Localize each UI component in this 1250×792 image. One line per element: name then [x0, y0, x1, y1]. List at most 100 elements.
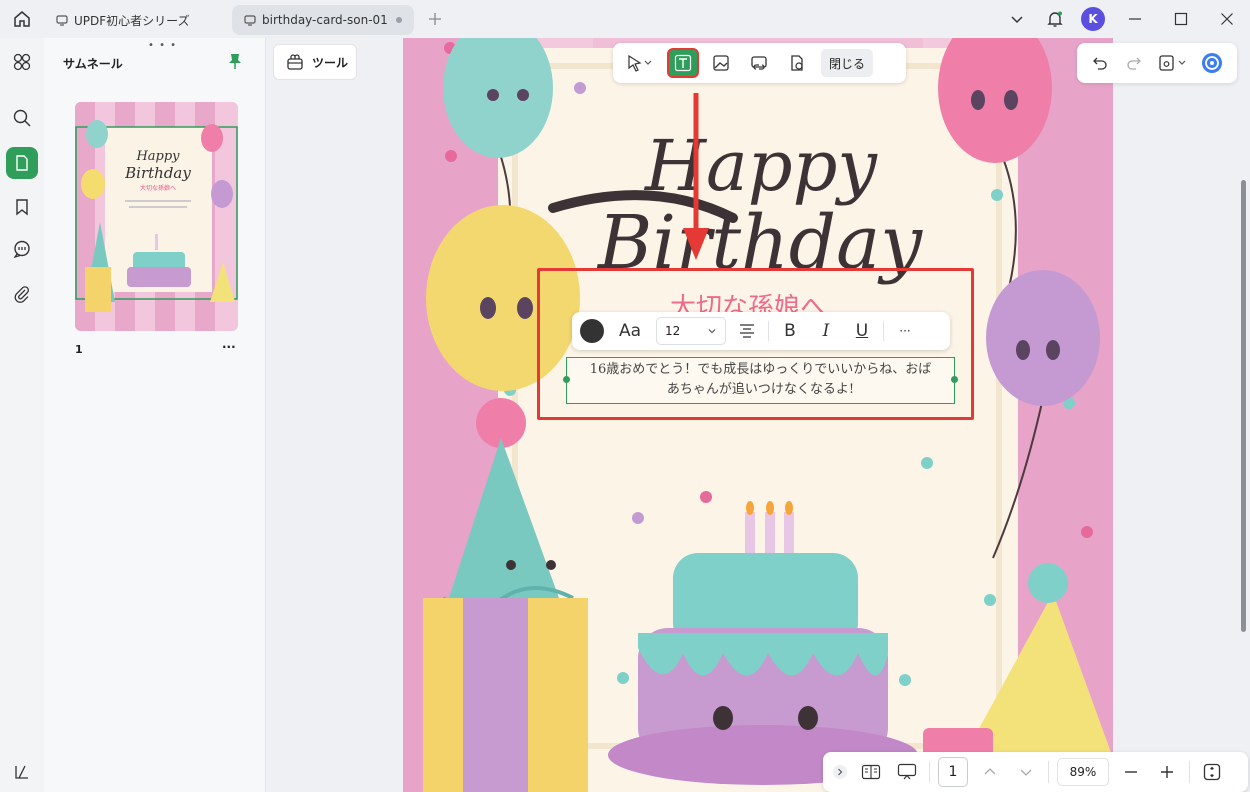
stamp-icon	[791, 55, 803, 71]
grid-icon	[13, 53, 31, 71]
presentation-icon	[897, 763, 917, 780]
book-layout-icon	[861, 764, 881, 780]
document-canvas: Happy Birthday 大切な孫娘へ 16歳おめでとう！でも成長はゆっくり…	[403, 38, 1250, 792]
layers-icon	[15, 765, 28, 779]
resize-handle-right[interactable]	[951, 376, 958, 383]
bottom-navigation-bar: 1 89%	[823, 752, 1248, 792]
text-tool-icon	[674, 54, 692, 72]
svg-text:Birthday: Birthday	[124, 164, 191, 182]
tools-label: ツール	[312, 55, 349, 70]
separator	[883, 321, 884, 341]
zoom-out-button[interactable]	[1117, 758, 1145, 786]
select-tool-button[interactable]	[619, 48, 661, 78]
notifications-button[interactable]	[1036, 0, 1074, 38]
pin-icon	[229, 54, 241, 69]
rail-search-button[interactable]	[6, 102, 38, 134]
underline-button[interactable]: U	[847, 317, 877, 345]
pin-panel-button[interactable]	[227, 52, 243, 73]
gift-toolbox-icon	[287, 54, 303, 70]
tools-column: ツール	[266, 38, 403, 792]
rail-thumbnails-button[interactable]	[6, 147, 38, 179]
comment-icon	[13, 240, 30, 259]
page-thumbnail[interactable]: Happy Birthday 大切な孫娘へ	[75, 102, 238, 331]
home-button[interactable]	[0, 0, 44, 38]
undo-button[interactable]	[1087, 49, 1113, 77]
tabs-dropdown-button[interactable]	[998, 0, 1036, 38]
save-button[interactable]	[1155, 49, 1191, 77]
resize-grip-icon[interactable]: • • •	[148, 40, 177, 51]
unsaved-dot-icon[interactable]	[396, 17, 402, 23]
document-tab-icon	[56, 15, 68, 26]
ai-assistant-button[interactable]	[1199, 49, 1225, 77]
chevron-down-icon	[1020, 769, 1032, 776]
previous-page-button[interactable]	[976, 758, 1004, 786]
separator	[929, 761, 930, 783]
rail-organize-button[interactable]	[6, 46, 38, 78]
page-layout-button[interactable]	[857, 758, 885, 786]
chevron-right-icon	[833, 765, 847, 779]
tab-label: birthday-card-son-01	[262, 13, 388, 27]
more-format-button[interactable]: ···	[890, 317, 920, 345]
rail-attachment-button[interactable]	[6, 278, 38, 310]
text-color-button[interactable]	[580, 319, 604, 343]
search-icon	[13, 109, 31, 127]
font-button[interactable]: Aa	[610, 317, 650, 345]
presentation-button[interactable]	[893, 758, 921, 786]
add-link-tool-button[interactable]	[743, 48, 775, 78]
page-number-input[interactable]: 1	[938, 757, 968, 787]
add-image-tool-button[interactable]	[705, 48, 737, 78]
selected-text-box[interactable]: 16歳おめでとう！でも成長はゆっくりでいいからね、おば あちゃんが追いつけなくな…	[563, 357, 958, 404]
edit-toolbar: 閉じる	[613, 43, 906, 83]
thumbnails-panel: • • • サムネール Happy Birthday 大切な孫娘へ 1 ···	[44, 38, 266, 792]
fit-page-button[interactable]	[1198, 758, 1226, 786]
card-body-line-2[interactable]: あちゃんが追いつけなくなるよ!	[567, 380, 954, 400]
thumbnail-preview-image: Happy Birthday 大切な孫娘へ	[75, 102, 238, 331]
bell-icon	[1047, 11, 1063, 27]
align-button[interactable]	[732, 317, 762, 345]
title-bar: UPDF初心者シリーズ birthday-card-son-01 K	[0, 0, 1250, 38]
collapse-bar-button[interactable]	[831, 758, 849, 786]
close-edit-button[interactable]: 閉じる	[821, 49, 874, 77]
close-window-button[interactable]	[1204, 0, 1250, 38]
account-button[interactable]: K	[1074, 0, 1112, 38]
thumbnail-more-button[interactable]: ···	[222, 340, 236, 354]
rail-layers-button[interactable]	[6, 756, 38, 788]
bold-button[interactable]: B	[775, 317, 805, 345]
tools-button[interactable]: ツール	[273, 44, 357, 80]
undo-icon	[1093, 57, 1107, 70]
add-text-tool-button[interactable]	[667, 48, 699, 78]
resize-handle-left[interactable]	[563, 376, 570, 383]
font-size-select[interactable]: 12	[656, 317, 726, 345]
zoom-in-button[interactable]	[1153, 758, 1181, 786]
zoom-level-select[interactable]: 89%	[1057, 758, 1109, 786]
next-page-button[interactable]	[1012, 758, 1040, 786]
tab-birthday-card[interactable]: birthday-card-son-01	[232, 5, 414, 35]
thumbnails-title: サムネール	[63, 57, 123, 71]
card-body-line-1[interactable]: 16歳おめでとう！でも成長はゆっくりでいいからね、おば	[567, 360, 954, 380]
redo-icon	[1127, 57, 1141, 70]
avatar: K	[1081, 7, 1105, 31]
close-icon	[1221, 13, 1233, 25]
watermark-tool-button[interactable]	[781, 48, 813, 78]
image-icon	[713, 55, 729, 71]
rail-comments-button[interactable]	[6, 233, 38, 265]
align-center-icon	[740, 324, 754, 338]
maximize-button[interactable]	[1158, 0, 1204, 38]
cursor-arrow-icon	[628, 54, 652, 72]
plus-icon	[429, 13, 441, 25]
font-size-value: 12	[665, 324, 681, 338]
italic-button[interactable]: I	[811, 317, 841, 345]
minimize-button[interactable]	[1112, 0, 1158, 38]
link-icon	[751, 56, 767, 70]
text-format-toolbar: Aa 12 B I U ···	[572, 312, 950, 350]
redo-button[interactable]	[1121, 49, 1147, 77]
tab-updf-series[interactable]: UPDF初心者シリーズ	[44, 5, 226, 35]
separator	[1189, 761, 1190, 783]
save-icon	[1159, 55, 1186, 71]
separator	[1048, 761, 1049, 783]
add-tab-button[interactable]	[420, 4, 450, 34]
rail-bookmark-button[interactable]	[6, 191, 38, 223]
ai-assistant-icon	[1202, 53, 1222, 73]
tab-label: UPDF初心者シリーズ	[74, 13, 190, 28]
vertical-scrollbar[interactable]	[1241, 180, 1246, 632]
